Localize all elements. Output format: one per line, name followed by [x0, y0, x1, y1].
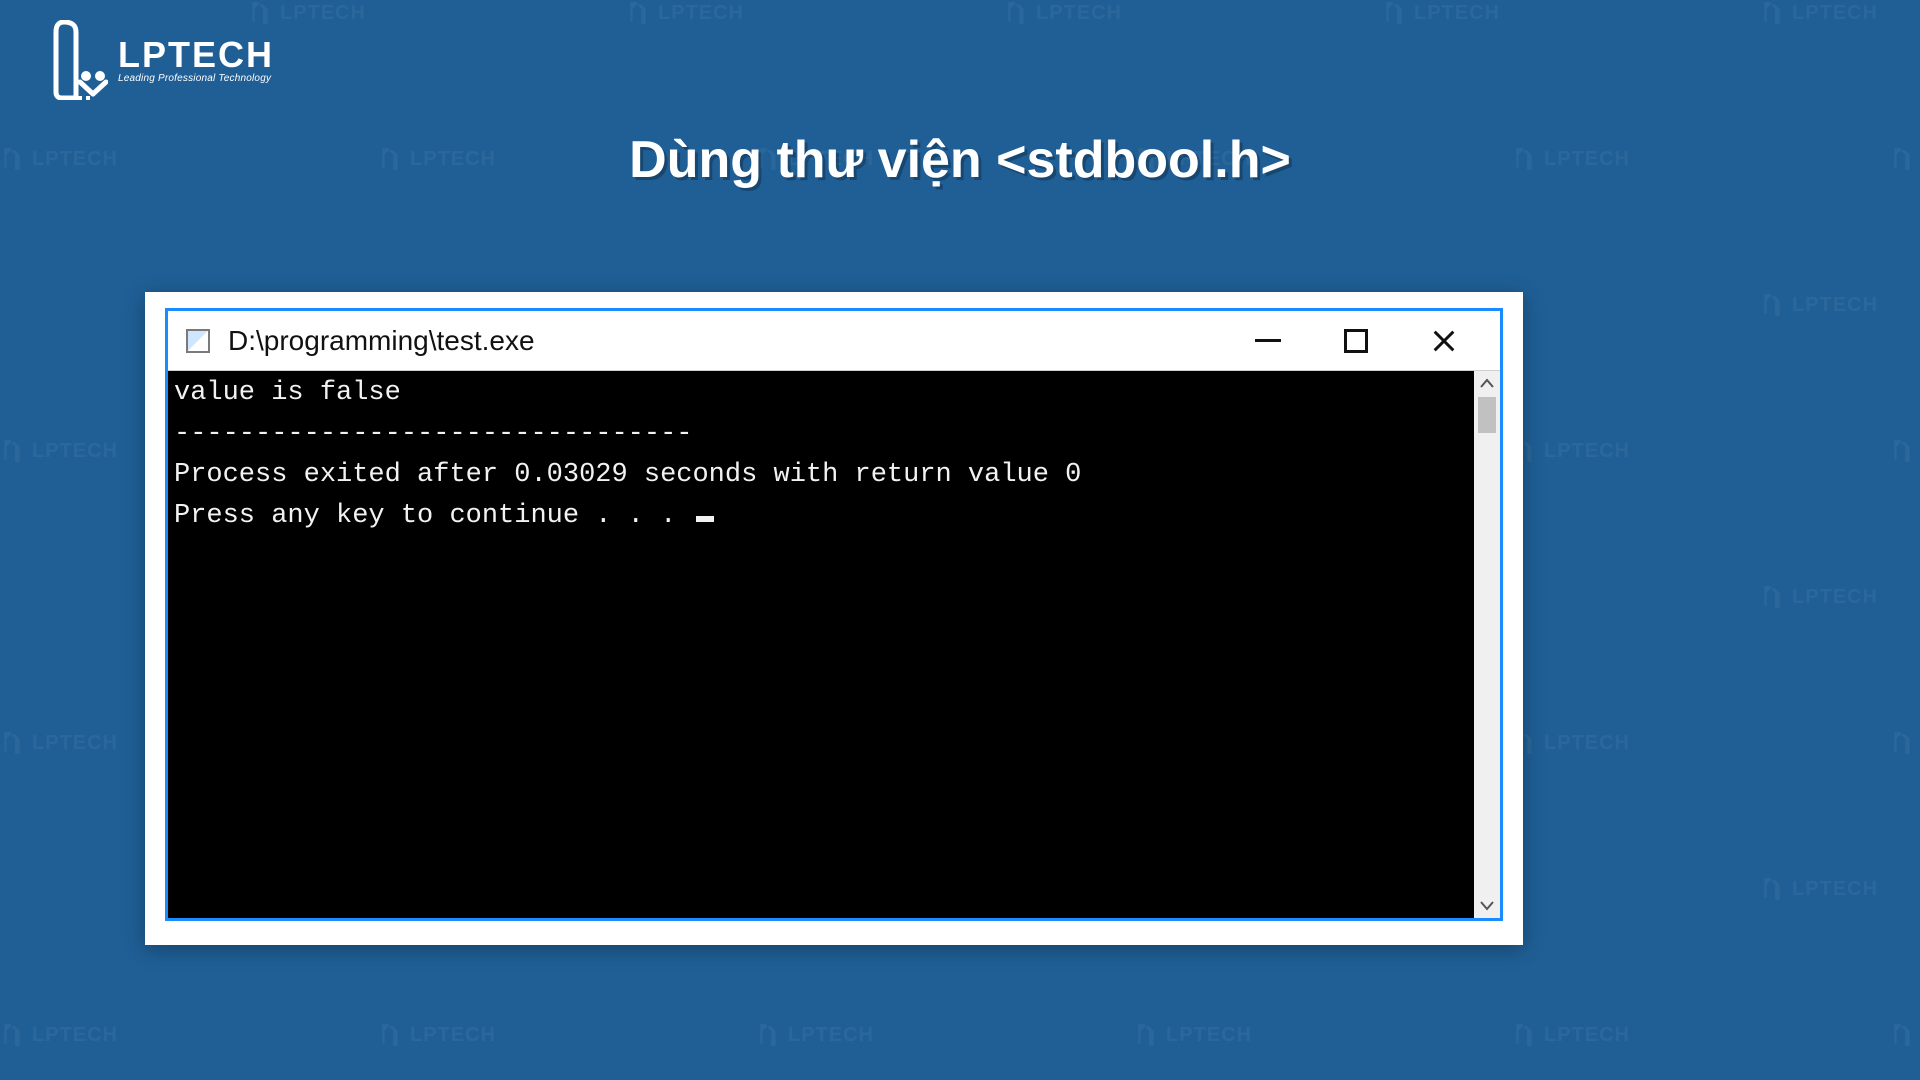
window-titlebar[interactable]: D:\programming\test.exe: [168, 311, 1500, 371]
scrollbar-track[interactable]: [1474, 397, 1500, 892]
console-line-4: Press any key to continue . . .: [174, 501, 692, 531]
vertical-scrollbar[interactable]: [1474, 371, 1500, 918]
app-icon: [186, 329, 210, 353]
window-controls: [1254, 327, 1500, 355]
minimize-button[interactable]: [1254, 327, 1282, 355]
scrollbar-thumb[interactable]: [1478, 397, 1496, 433]
cursor: [696, 516, 714, 522]
brand-name: LPTECH: [118, 37, 274, 73]
console-line-1: value is false: [174, 378, 401, 408]
window-title-path: D:\programming\test.exe: [228, 325, 1254, 357]
maximize-button[interactable]: [1344, 329, 1368, 353]
close-button[interactable]: [1430, 327, 1458, 355]
page-title: Dùng thư viện <stdbool.h>: [0, 130, 1920, 190]
chevron-down-icon: [1479, 897, 1495, 913]
scroll-up-button[interactable]: [1474, 371, 1500, 397]
console-line-3: Process exited after 0.03029 seconds wit…: [174, 460, 1081, 490]
chevron-up-icon: [1479, 376, 1495, 392]
console-line-2: --------------------------------: [174, 419, 692, 449]
brand-logo: LPTECH Leading Professional Technology: [46, 20, 274, 100]
close-icon: [1430, 327, 1458, 355]
console-window-frame: D:\programming\test.exe value is false -…: [145, 292, 1523, 945]
scroll-down-button[interactable]: [1474, 892, 1500, 918]
brand-tagline: Leading Professional Technology: [118, 73, 274, 84]
console-output[interactable]: value is false -------------------------…: [168, 371, 1474, 918]
logo-icon: [46, 20, 108, 100]
